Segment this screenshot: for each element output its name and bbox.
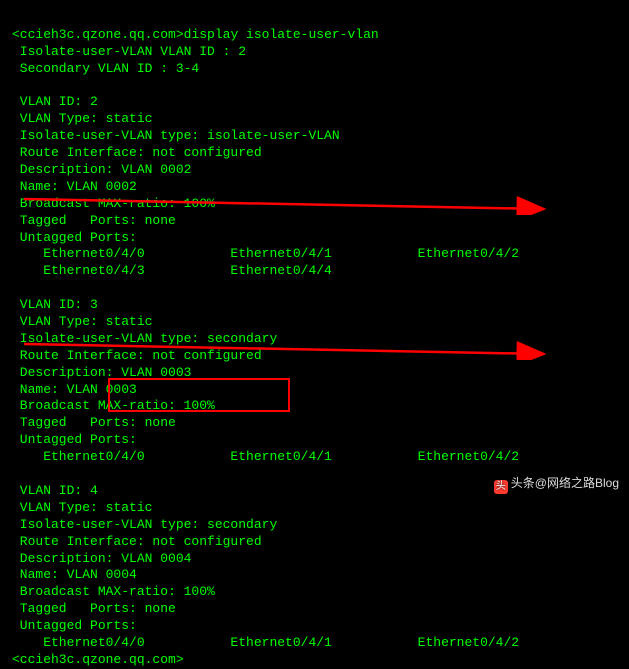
prompt: <ccieh3c.qzone.qq.com>display isolate-us… [12,27,379,42]
blank-line [12,466,20,481]
blank-line [12,78,20,93]
watermark-text: 头条@网络之路Blog [511,476,619,490]
vlan-block-3: VLAN ID: 3 VLAN Type: static Isolate-use… [12,297,519,464]
end-prompt: <ccieh3c.qzone.qq.com> [12,652,184,667]
blank-line [12,280,20,295]
vlan-block-4: VLAN ID: 4 VLAN Type: static Isolate-use… [12,483,519,650]
header-secondary-vlan: Secondary VLAN ID : 3-4 [12,61,199,76]
terminal-output: <ccieh3c.qzone.qq.com>display isolate-us… [12,10,617,669]
watermark-logo-icon: 头 [494,480,508,494]
vlan-block-2: VLAN ID: 2 VLAN Type: static Isolate-use… [12,94,519,278]
watermark: 头头条@网络之路Blog [494,476,619,494]
header-isolate-vlan: Isolate-user-VLAN VLAN ID : 2 [12,44,246,59]
